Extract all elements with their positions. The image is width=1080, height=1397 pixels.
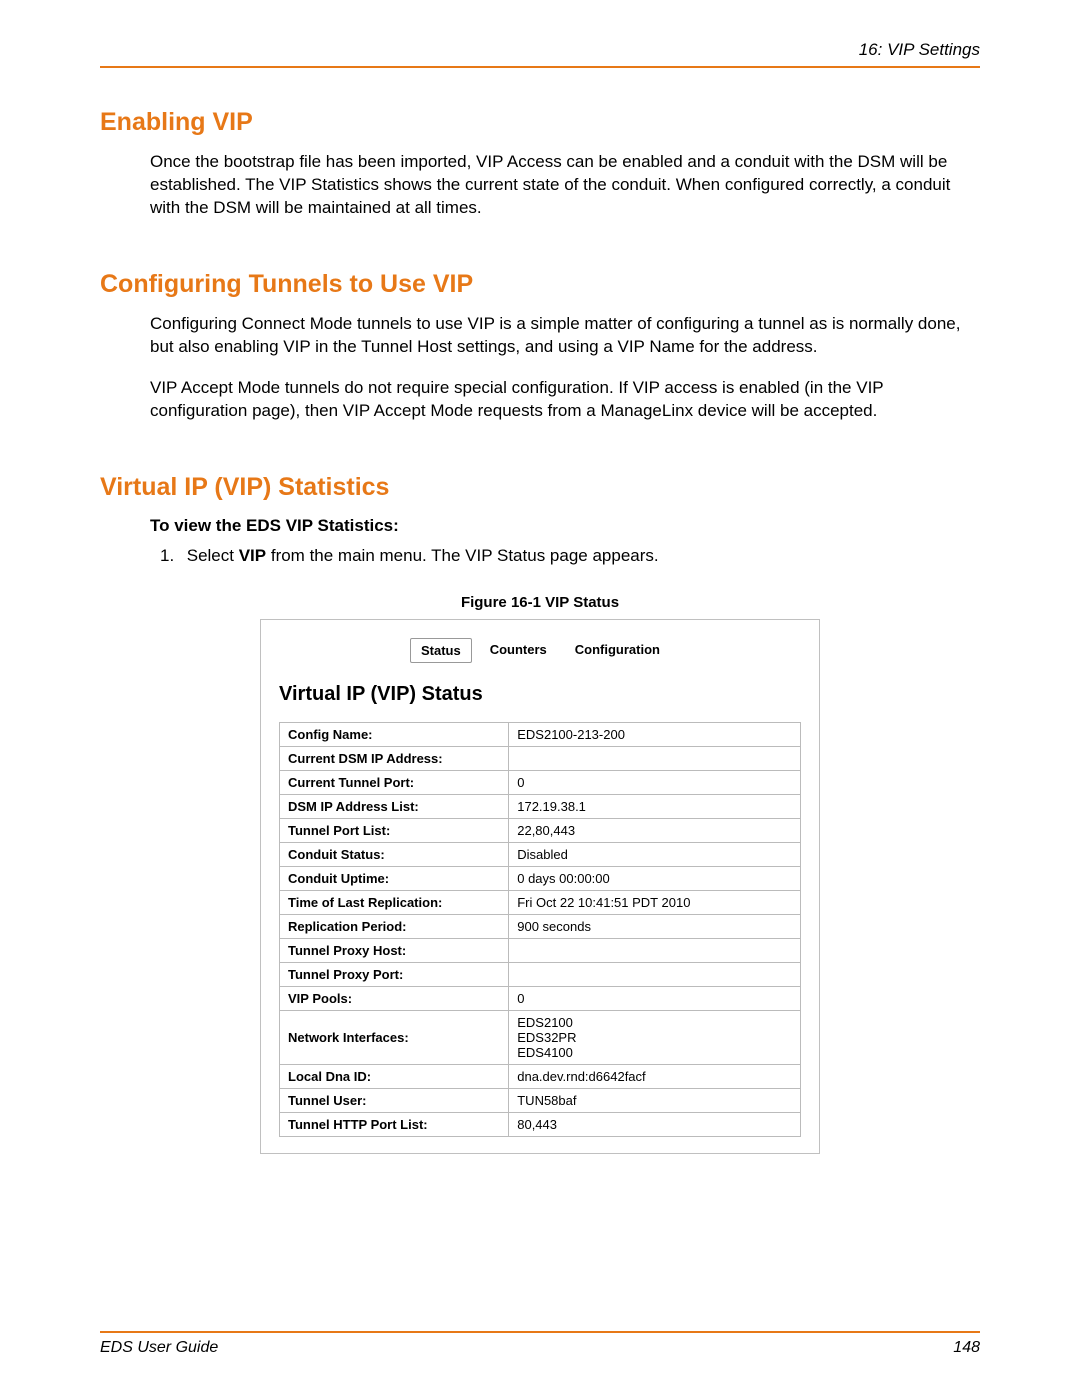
row-key: Tunnel Proxy Host: (280, 938, 509, 962)
row-value: 80,443 (509, 1112, 801, 1136)
para-enabling-vip: Once the bootstrap file has been importe… (150, 151, 980, 220)
step-1-bold: VIP (239, 546, 266, 565)
row-value: Disabled (509, 842, 801, 866)
table-row: Tunnel Port List:22,80,443 (280, 818, 801, 842)
row-key: Tunnel Port List: (280, 818, 509, 842)
row-value: Fri Oct 22 10:41:51 PDT 2010 (509, 890, 801, 914)
status-table: Config Name:EDS2100-213-200Current DSM I… (279, 722, 801, 1137)
para-tunnels-2: VIP Accept Mode tunnels do not require s… (150, 377, 980, 423)
row-value (509, 962, 801, 986)
table-row: VIP Pools:0 (280, 986, 801, 1010)
tab-bar: Status Counters Configuration (279, 638, 801, 663)
row-value: TUN58baf (509, 1088, 801, 1112)
row-value: 900 seconds (509, 914, 801, 938)
row-key: Time of Last Replication: (280, 890, 509, 914)
row-value: dna.dev.rnd:d6642facf (509, 1064, 801, 1088)
table-row: DSM IP Address List:172.19.38.1 (280, 794, 801, 818)
table-row: Local Dna ID:dna.dev.rnd:d6642facf (280, 1064, 801, 1088)
heading-enabling-vip: Enabling VIP (100, 108, 980, 137)
row-key: Current DSM IP Address: (280, 746, 509, 770)
row-key: Current Tunnel Port: (280, 770, 509, 794)
row-value: EDS2100-213-200 (509, 722, 801, 746)
tab-status[interactable]: Status (410, 638, 472, 663)
footer-page-number: 148 (953, 1339, 980, 1357)
footer-rule (100, 1331, 980, 1333)
para-tunnels-1: Configuring Connect Mode tunnels to use … (150, 313, 980, 359)
row-value (509, 938, 801, 962)
table-row: Tunnel Proxy Port: (280, 962, 801, 986)
row-value: 0 (509, 986, 801, 1010)
stats-intro: To view the EDS VIP Statistics: (150, 516, 980, 536)
row-key: Tunnel HTTP Port List: (280, 1112, 509, 1136)
footer-left: EDS User Guide (100, 1339, 218, 1357)
heading-configuring-tunnels: Configuring Tunnels to Use VIP (100, 270, 980, 299)
row-key: Network Interfaces: (280, 1010, 509, 1064)
row-key: Replication Period: (280, 914, 509, 938)
step-1-pre: Select (187, 546, 239, 565)
row-value: 22,80,443 (509, 818, 801, 842)
row-key: Config Name: (280, 722, 509, 746)
header-rule (100, 66, 980, 68)
table-row: Conduit Status:Disabled (280, 842, 801, 866)
row-key: Conduit Status: (280, 842, 509, 866)
row-value: EDS2100 EDS32PR EDS4100 (509, 1010, 801, 1064)
step-1: 1. Select VIP from the main menu. The VI… (160, 546, 980, 566)
heading-vip-statistics: Virtual IP (VIP) Statistics (100, 473, 980, 502)
row-value: 0 (509, 770, 801, 794)
row-value (509, 746, 801, 770)
figure-caption: Figure 16-1 VIP Status (100, 594, 980, 611)
table-row: Conduit Uptime:0 days 00:00:00 (280, 866, 801, 890)
vip-status-panel: Status Counters Configuration Virtual IP… (260, 619, 820, 1154)
row-key: VIP Pools: (280, 986, 509, 1010)
table-row: Current Tunnel Port:0 (280, 770, 801, 794)
table-row: Network Interfaces:EDS2100 EDS32PR EDS41… (280, 1010, 801, 1064)
row-key: Conduit Uptime: (280, 866, 509, 890)
table-row: Config Name:EDS2100-213-200 (280, 722, 801, 746)
table-row: Time of Last Replication:Fri Oct 22 10:4… (280, 890, 801, 914)
row-key: Tunnel Proxy Port: (280, 962, 509, 986)
tab-configuration[interactable]: Configuration (565, 638, 670, 663)
table-row: Tunnel Proxy Host: (280, 938, 801, 962)
step-1-post: from the main menu. The VIP Status page … (266, 546, 659, 565)
row-value: 172.19.38.1 (509, 794, 801, 818)
page-footer: EDS User Guide 148 (100, 1325, 980, 1357)
page-header-right: 16: VIP Settings (100, 40, 980, 60)
row-value: 0 days 00:00:00 (509, 866, 801, 890)
table-row: Tunnel HTTP Port List:80,443 (280, 1112, 801, 1136)
table-row: Tunnel User:TUN58baf (280, 1088, 801, 1112)
table-row: Current DSM IP Address: (280, 746, 801, 770)
row-key: DSM IP Address List: (280, 794, 509, 818)
row-key: Local Dna ID: (280, 1064, 509, 1088)
tab-counters[interactable]: Counters (480, 638, 557, 663)
row-key: Tunnel User: (280, 1088, 509, 1112)
panel-title: Virtual IP (VIP) Status (279, 683, 801, 706)
table-row: Replication Period:900 seconds (280, 914, 801, 938)
